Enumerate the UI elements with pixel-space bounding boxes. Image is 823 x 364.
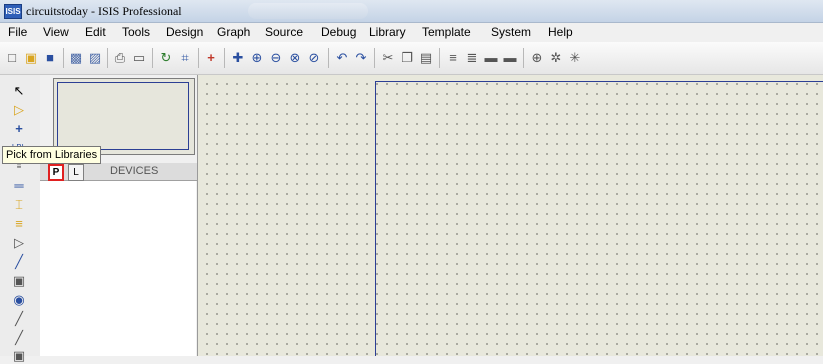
generator-icon[interactable]: ◉ <box>10 292 28 308</box>
paste-icon[interactable]: ▤ <box>418 50 434 66</box>
block-delete-icon[interactable]: ▬ <box>502 50 518 66</box>
tape-recorder-icon[interactable]: ▣ <box>10 273 28 289</box>
toolbar-separator <box>523 48 524 68</box>
toolbar-separator <box>224 48 225 68</box>
origin-icon[interactable]: + <box>203 50 219 66</box>
toolbar-separator <box>439 48 440 68</box>
export-icon[interactable]: ▨ <box>87 50 103 66</box>
import-icon[interactable]: ▩ <box>68 50 84 66</box>
menu-file[interactable]: File <box>6 25 29 39</box>
set-area-icon[interactable]: ▭ <box>131 50 147 66</box>
copy-icon[interactable]: ❐ <box>399 50 415 66</box>
library-manager-button[interactable]: L <box>68 164 84 181</box>
zoom-all-icon[interactable]: ⊗ <box>287 50 303 66</box>
menu-library[interactable]: Library <box>367 25 408 39</box>
block-move-icon[interactable]: ≣ <box>464 50 480 66</box>
sheet-border-left <box>375 81 376 356</box>
toolbar-separator <box>152 48 153 68</box>
virtual-instrument-icon[interactable]: ▣ <box>10 348 28 364</box>
menu-edit[interactable]: Edit <box>83 25 108 39</box>
junction-icon[interactable]: + <box>10 121 28 137</box>
menu-tools[interactable]: Tools <box>120 25 152 39</box>
menu-view[interactable]: View <box>41 25 71 39</box>
device-pin-icon[interactable]: ▷ <box>10 235 28 251</box>
device-list[interactable] <box>40 181 196 356</box>
current-probe-icon[interactable]: ╱ <box>10 330 28 346</box>
toolbar-separator <box>374 48 375 68</box>
devices-title: DEVICES <box>110 165 159 177</box>
menu-template[interactable]: Template <box>420 25 473 39</box>
grid-icon[interactable]: ⌗ <box>177 50 193 66</box>
redo-icon[interactable]: ↷ <box>353 50 369 66</box>
component-icon[interactable]: ▷ <box>10 102 28 118</box>
zoom-area-icon[interactable]: ⊘ <box>306 50 322 66</box>
print-icon[interactable]: ⎙ <box>112 50 128 66</box>
selection-icon[interactable]: ↖ <box>10 83 28 99</box>
overview-window[interactable] <box>53 78 195 155</box>
graph-icon[interactable]: ╱ <box>10 254 28 270</box>
tooltip: Pick from Libraries <box>2 146 102 164</box>
make-device-icon[interactable]: ✲ <box>548 50 564 66</box>
pick-device-icon[interactable]: ⊕ <box>529 50 545 66</box>
terminal-icon[interactable]: ≡ <box>10 216 28 232</box>
mode-toolbar: ↖ ▷ + LBL ≡ ═ ⌶ ≡ ▷ ╱ ▣ ◉ ╱ ╱ ▣ <box>0 75 41 363</box>
toolbar-separator <box>198 48 199 68</box>
menu-help[interactable]: Help <box>546 25 575 39</box>
pan-icon[interactable]: ✚ <box>230 50 246 66</box>
voltage-probe-icon[interactable]: ╱ <box>10 311 28 327</box>
sheet-border-top <box>375 81 823 82</box>
devices-header: P L DEVICES <box>40 163 197 181</box>
zoom-in-icon[interactable]: ⊕ <box>249 50 265 66</box>
subcircuit-icon[interactable]: ⌶ <box>10 197 28 213</box>
block-copy-icon[interactable]: ≡ <box>445 50 461 66</box>
menu-system[interactable]: System <box>489 25 533 39</box>
open-folder-icon[interactable]: ▣ <box>23 50 39 66</box>
new-file-icon[interactable]: □ <box>4 50 20 66</box>
main-toolbar: □ ▣ ■ ▩ ▨ ⎙ ▭ ↻ ⌗ + ✚ ⊕ ⊖ ⊗ ⊘ ↶ ↷ ✂ ❐ ▤ … <box>0 42 823 75</box>
save-icon[interactable]: ■ <box>42 50 58 66</box>
menu-source[interactable]: Source <box>263 25 305 39</box>
undo-icon[interactable]: ↶ <box>334 50 350 66</box>
toolbar-separator <box>63 48 64 68</box>
bus-icon[interactable]: ═ <box>10 178 28 194</box>
menu-design[interactable]: Design <box>164 25 205 39</box>
pick-from-libraries-button[interactable]: P <box>48 164 64 181</box>
overview-sheet-outline <box>57 82 189 150</box>
menu-bar: File View Edit Tools Design Graph Source… <box>0 23 823 42</box>
packaging-icon[interactable]: ✳ <box>567 50 583 66</box>
window-title: circuitstoday - ISIS Professional <box>26 4 182 18</box>
menu-graph[interactable]: Graph <box>215 25 252 39</box>
schematic-canvas[interactable] <box>198 75 823 356</box>
block-rotate-icon[interactable]: ▬ <box>483 50 499 66</box>
menu-debug[interactable]: Debug <box>319 25 358 39</box>
refresh-icon[interactable]: ↻ <box>158 50 174 66</box>
toolbar-separator <box>107 48 108 68</box>
isis-app-icon: ISIS <box>4 4 22 19</box>
title-bar: ISIS circuitstoday - ISIS Professional <box>0 0 823 23</box>
cut-icon[interactable]: ✂ <box>380 50 396 66</box>
toolbar-separator <box>328 48 329 68</box>
zoom-out-icon[interactable]: ⊖ <box>268 50 284 66</box>
title-bar-glow <box>248 3 368 19</box>
